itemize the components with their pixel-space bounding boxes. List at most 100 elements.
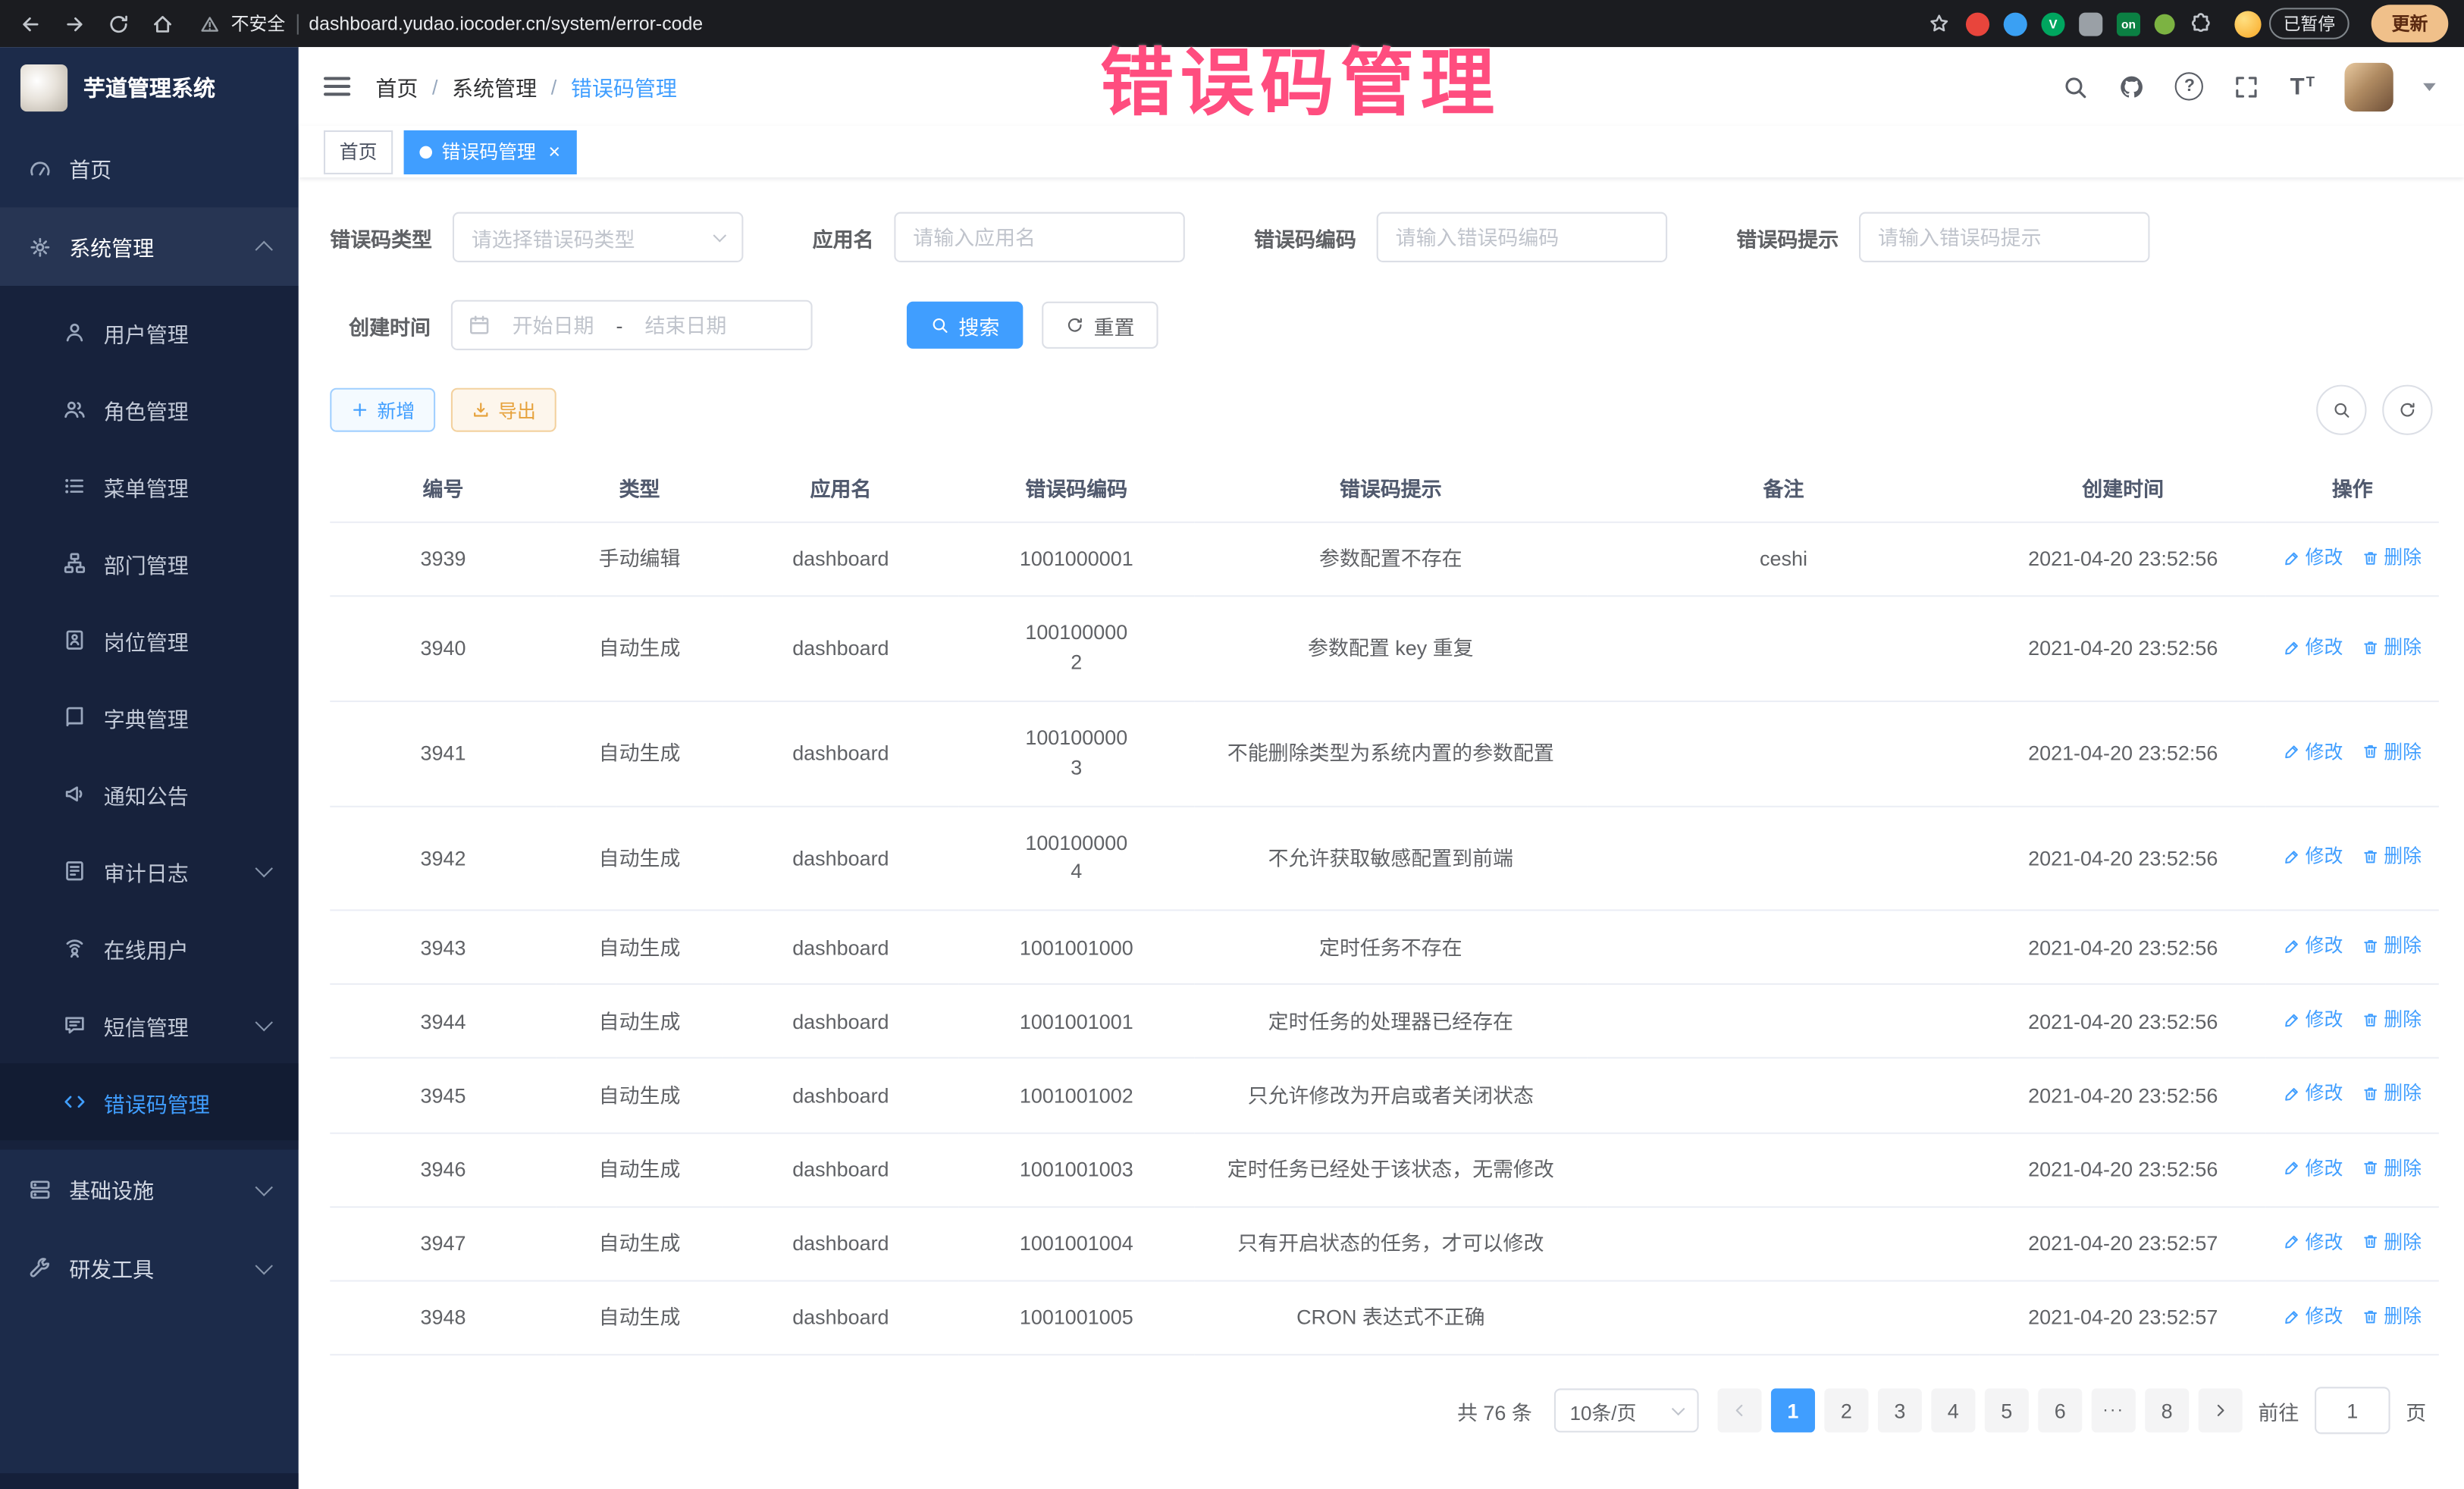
sidebar-item-post[interactable]: 岗位管理	[0, 601, 299, 679]
cell-type: 自动生成	[556, 1133, 723, 1207]
browser-update-button[interactable]: 更新	[2372, 5, 2449, 42]
page-button-8[interactable]: 8	[2145, 1388, 2189, 1432]
cell-app: dashboard	[723, 911, 958, 985]
sidebar-item-menu[interactable]: 菜单管理	[0, 447, 299, 525]
sidebar-item-label: 部门管理	[104, 547, 189, 578]
sidebar-item-notice[interactable]: 通知公告	[0, 755, 299, 832]
page-size-select[interactable]: 10条/页	[1554, 1388, 1699, 1432]
delete-link[interactable]: 删除	[2362, 1230, 2422, 1255]
search-icon[interactable]	[2062, 73, 2089, 99]
toggle-search-button[interactable]	[2316, 385, 2366, 435]
address-bar[interactable]: 不安全 dashboard.yudao.iocoder.cn/system/er…	[199, 11, 1950, 36]
edit-link[interactable]: 修改	[2284, 1008, 2343, 1033]
sidebar-item-role[interactable]: 角色管理	[0, 371, 299, 448]
extensions-puzzle-icon[interactable]	[2189, 12, 2212, 36]
edit-link-label: 修改	[2306, 1303, 2343, 1329]
breadcrumb-system[interactable]: 系统管理	[452, 71, 537, 102]
page-button-3[interactable]: 3	[1878, 1388, 1922, 1432]
t b-home[interactable]: 首页	[324, 130, 393, 174]
extension-icon-on-badge[interactable]: on	[2117, 12, 2140, 36]
prev-page-button[interactable]	[1717, 1388, 1761, 1432]
page-button-2[interactable]: 2	[1824, 1388, 1868, 1432]
sidebar-item-sms[interactable]: 短信管理	[0, 986, 299, 1064]
page-button-5[interactable]: 5	[1985, 1388, 2029, 1432]
edit-link[interactable]: 修改	[2284, 844, 2343, 870]
page-button-6[interactable]: 6	[2038, 1388, 2082, 1432]
search-button[interactable]: 搜索	[907, 302, 1023, 349]
close-icon[interactable]: ×	[548, 141, 560, 161]
hamburger-menu-icon[interactable]	[324, 77, 350, 96]
error-code-input[interactable]	[1377, 212, 1667, 262]
app-logo[interactable]: 芋道管理系统	[0, 47, 299, 129]
delete-link[interactable]: 删除	[2362, 1303, 2422, 1329]
delete-link[interactable]: 删除	[2362, 739, 2422, 765]
sidebar-item-audit[interactable]: 审计日志	[0, 832, 299, 910]
sidebar-item-tools[interactable]: 研发工具	[0, 1228, 299, 1307]
extension-icon-leaf[interactable]	[2155, 14, 2175, 34]
add-button[interactable]: 新增	[330, 388, 435, 432]
sidebar-item-error-code[interactable]: 错误码管理	[0, 1064, 299, 1141]
edit-link[interactable]: 修改	[2284, 933, 2343, 959]
profile-chip[interactable]: 已暂停	[2234, 8, 2349, 39]
extension-icon-gray[interactable]	[2079, 12, 2102, 36]
filter-label: 错误码类型	[330, 222, 432, 252]
user-avatar[interactable]	[2344, 62, 2393, 111]
page-ellipsis[interactable]: ···	[2092, 1388, 2136, 1432]
end-date-input[interactable]	[634, 312, 738, 338]
delete-link[interactable]: 删除	[2362, 545, 2422, 571]
extension-icon-red[interactable]	[1966, 12, 1989, 36]
error-type-select[interactable]: 请选择错误码类型	[453, 212, 743, 262]
cell-hint: 只有开启状态的任务，才可以修改	[1194, 1207, 1587, 1281]
breadcrumb-home[interactable]: 首页	[375, 71, 418, 102]
back-icon[interactable]	[19, 12, 42, 36]
table-row: 3943自动生成dashboard1001001000定时任务不存在2021-0…	[330, 911, 2439, 985]
sidebar-item-system[interactable]: 系统管理	[0, 207, 299, 286]
start-date-input[interactable]	[501, 312, 605, 338]
page-button-1[interactable]: 1	[1771, 1388, 1815, 1432]
sidebar-item-user[interactable]: 用户管理	[0, 293, 299, 371]
github-icon[interactable]	[2119, 73, 2146, 99]
edit-link[interactable]: 修改	[2284, 545, 2343, 571]
fullscreen-icon[interactable]	[2234, 73, 2260, 99]
date-range-picker[interactable]: -	[451, 300, 813, 350]
delete-link[interactable]: 删除	[2362, 1008, 2422, 1033]
page-button-4[interactable]: 4	[1931, 1388, 1975, 1432]
goto-page-input[interactable]	[2315, 1387, 2390, 1434]
extension-icon-blue[interactable]	[2004, 12, 2027, 36]
edit-link[interactable]: 修改	[2284, 739, 2343, 765]
delete-link[interactable]: 删除	[2362, 1155, 2422, 1181]
app-name-input[interactable]	[894, 212, 1184, 262]
next-page-button[interactable]	[2199, 1388, 2243, 1432]
extension-icon-green-v[interactable]: V	[2041, 12, 2064, 36]
edit-link[interactable]: 修改	[2284, 1155, 2343, 1181]
edit-link[interactable]: 修改	[2284, 1303, 2343, 1329]
sidebar-item-dept[interactable]: 部门管理	[0, 525, 299, 602]
delete-link[interactable]: 删除	[2362, 844, 2422, 870]
chevron-down-icon[interactable]	[2423, 83, 2436, 90]
bookmark-star-icon[interactable]	[1928, 13, 1950, 35]
delete-link[interactable]: 删除	[2362, 933, 2422, 959]
refresh-table-button[interactable]	[2382, 385, 2432, 435]
delete-link[interactable]: 删除	[2362, 1081, 2422, 1107]
sidebar-item-infra[interactable]: 基础设施	[0, 1149, 299, 1228]
sidebar-item-home[interactable]: 首页	[0, 129, 299, 208]
help-icon[interactable]: ?	[2175, 72, 2203, 100]
edit-icon	[2284, 1308, 2301, 1325]
tab-label: 错误码管理	[441, 138, 535, 165]
reset-button[interactable]: 重置	[1042, 302, 1158, 349]
filter-time: 创建时间 -	[349, 300, 812, 350]
edit-link[interactable]: 修改	[2284, 1230, 2343, 1255]
export-button[interactable]: 导出	[451, 388, 556, 432]
cell-id: 3948	[330, 1281, 556, 1355]
error-hint-input[interactable]	[1859, 212, 2149, 262]
forward-icon[interactable]	[63, 12, 86, 36]
sidebar-item-online[interactable]: 在线用户	[0, 910, 299, 987]
reload-icon[interactable]	[107, 12, 130, 36]
home-icon[interactable]	[151, 12, 174, 36]
delete-link[interactable]: 删除	[2362, 635, 2422, 660]
tab-error-code[interactable]: 错误码管理 ×	[404, 130, 576, 174]
edit-link[interactable]: 修改	[2284, 635, 2343, 660]
sidebar-item-dict[interactable]: 字典管理	[0, 679, 299, 756]
edit-link[interactable]: 修改	[2284, 1081, 2343, 1107]
font-size-icon[interactable]: TT	[2290, 74, 2315, 98]
